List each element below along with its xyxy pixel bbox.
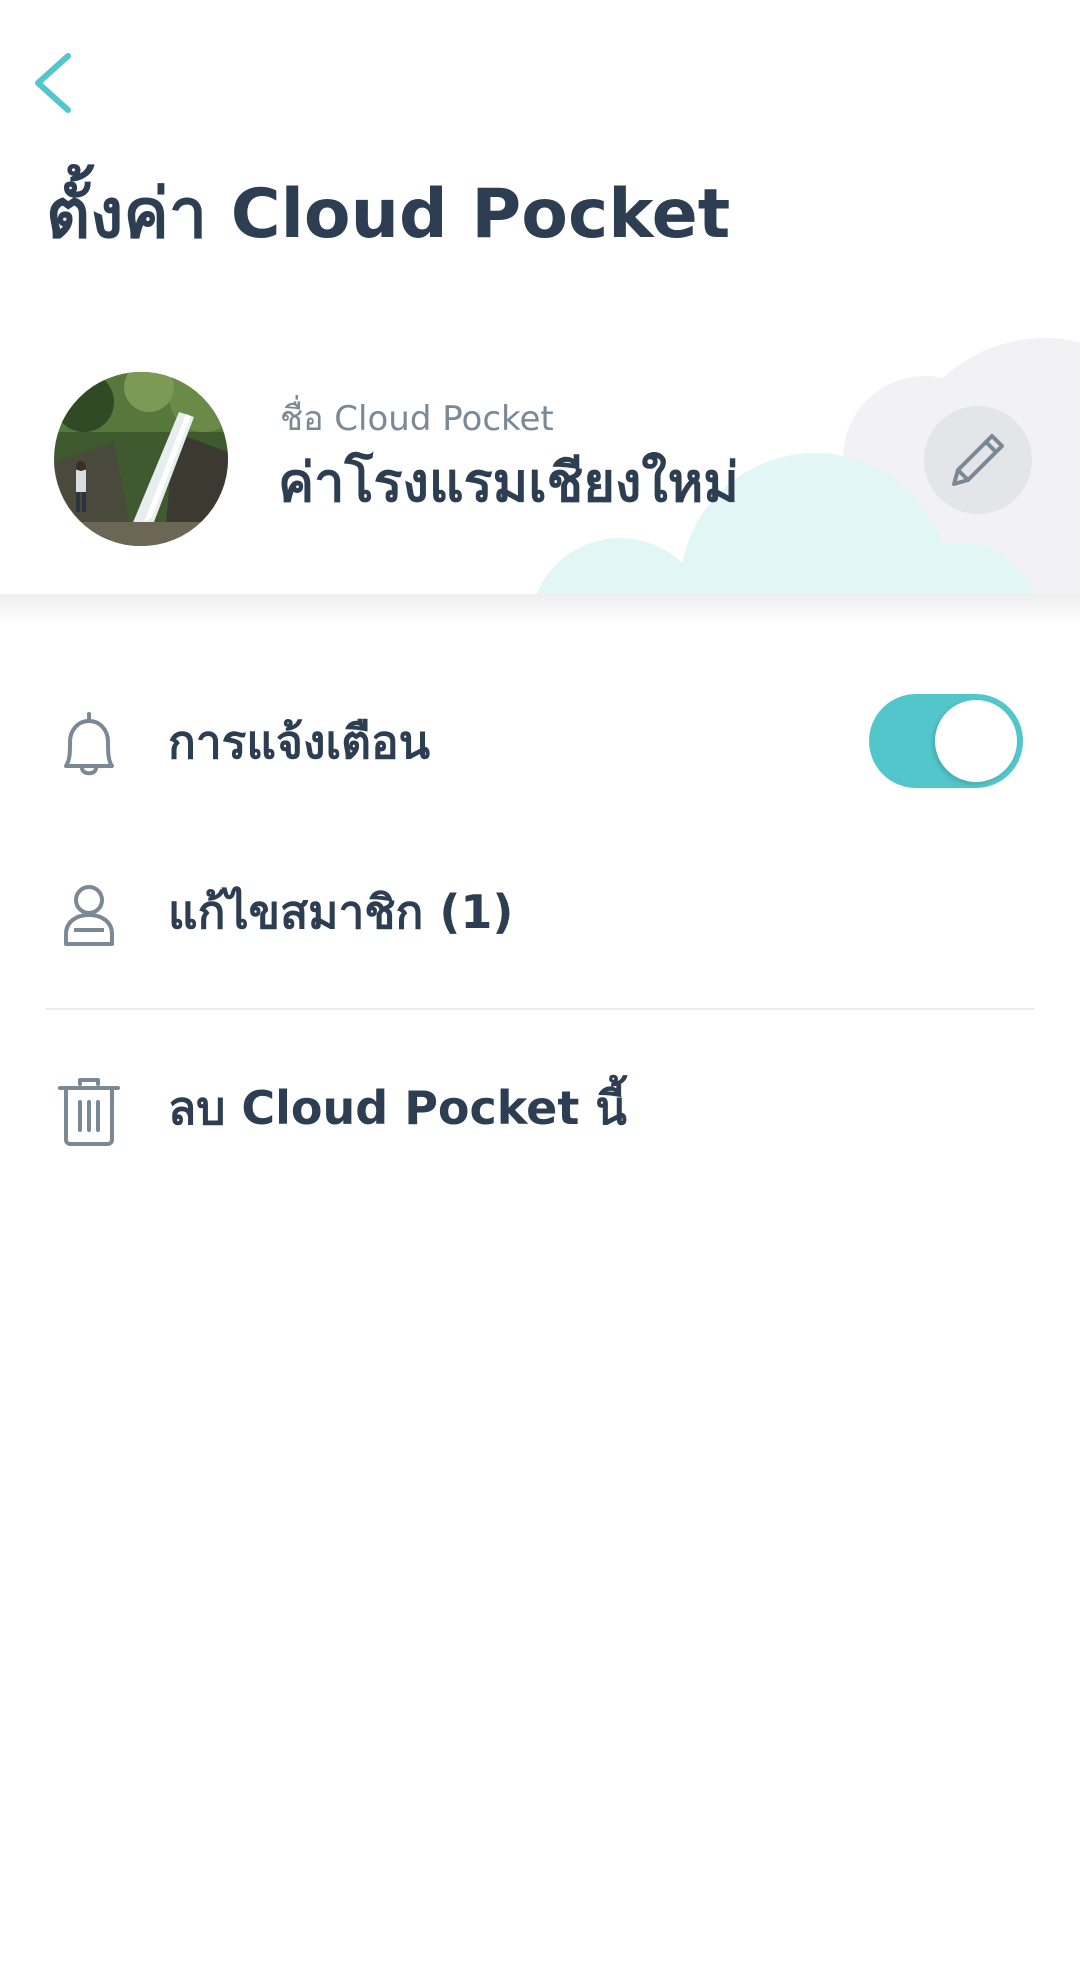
- edit-members-label: แก้ไขสมาชิก (1): [168, 885, 514, 939]
- person-icon: [52, 878, 126, 952]
- bell-icon: [52, 708, 126, 782]
- back-button[interactable]: [30, 48, 80, 118]
- edit-members-row[interactable]: แก้ไขสมาชิก (1): [0, 850, 1080, 970]
- chevron-left-icon: [35, 53, 71, 113]
- edit-name-button[interactable]: [924, 406, 1032, 514]
- trash-icon: [52, 1074, 126, 1148]
- delete-pocket-label: ลบ Cloud Pocket นี้: [168, 1081, 627, 1135]
- notifications-label: การแจ้งเตือน: [168, 715, 431, 769]
- card-shadow: [0, 594, 1080, 624]
- pencil-icon: [952, 434, 1004, 486]
- pocket-photo: [54, 372, 228, 546]
- pocket-card: ชื่อ Cloud Pocket ค่าโรงแรมเชียงใหม่: [0, 318, 1080, 594]
- notifications-toggle[interactable]: [869, 694, 1023, 788]
- page-title: ตั้งค่า Cloud Pocket: [46, 175, 731, 254]
- waterfall-photo: [54, 372, 228, 546]
- pocket-name: ค่าโรงแรมเชียงใหม่: [278, 451, 739, 514]
- pocket-name-caption: ชื่อ Cloud Pocket: [280, 399, 554, 439]
- toggle-knob: [935, 700, 1017, 782]
- divider: [46, 1008, 1034, 1010]
- delete-pocket-row[interactable]: ลบ Cloud Pocket นี้: [0, 1046, 1080, 1166]
